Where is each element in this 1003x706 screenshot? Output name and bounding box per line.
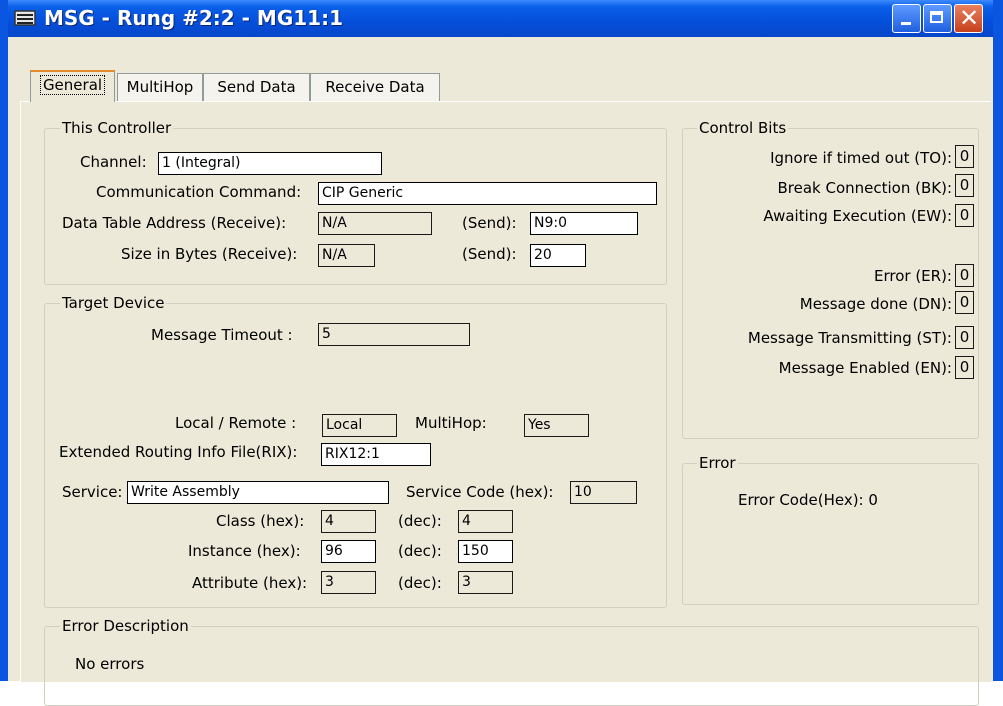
window-title: MSG - Rung #2:2 - MG11:1 — [44, 6, 343, 30]
maximize-icon — [930, 11, 943, 23]
class-dec-label: (dec): — [398, 512, 442, 530]
comm-command-label: Communication Command: — [96, 183, 302, 201]
error-description-legend: Error Description — [60, 617, 191, 635]
control-bit-label: Awaiting Execution (EW): — [763, 207, 952, 225]
error-legend: Error — [697, 454, 738, 472]
error-code-text: Error Code(Hex): 0 — [738, 491, 878, 509]
instance-hex-field[interactable]: 96 — [321, 540, 376, 563]
attribute-hex-label: Attribute (hex): — [192, 574, 308, 592]
local-remote-label: Local / Remote : — [175, 414, 297, 432]
attribute-hex-field: 3 — [321, 571, 376, 594]
control-bit-st-field: 0 — [955, 326, 974, 349]
service-code-field: 10 — [570, 481, 637, 504]
tab-label: Send Data — [217, 78, 296, 96]
tab-send-data[interactable]: Send Data — [203, 73, 310, 101]
target-device-legend: Target Device — [60, 294, 167, 312]
instance-dec-field[interactable]: 150 — [458, 540, 513, 563]
size-receive-field: N/A — [318, 244, 375, 267]
size-send-field[interactable]: 20 — [530, 244, 586, 267]
instance-hex-label: Instance (hex): — [188, 542, 301, 560]
tab-receive-data[interactable]: Receive Data — [310, 73, 440, 101]
size-send-label: (Send): — [462, 245, 517, 263]
close-icon: ✕ — [959, 4, 980, 32]
size-in-bytes-label: Size in Bytes (Receive): — [121, 245, 298, 263]
data-table-address-label: Data Table Address (Receive): — [62, 214, 287, 232]
message-app-icon — [14, 10, 36, 26]
attribute-dec-label: (dec): — [398, 574, 442, 592]
close-button[interactable]: ✕ — [954, 4, 983, 33]
control-bit-label: Message Transmitting (ST): — [747, 329, 952, 347]
message-timeout-label: Message Timeout : — [151, 326, 293, 344]
service-code-label: Service Code (hex): — [406, 483, 554, 501]
control-bit-label: Message done (DN): — [799, 295, 952, 313]
window-frame-right — [993, 0, 1003, 681]
message-timeout-field[interactable]: 5 — [318, 323, 470, 346]
local-remote-field: Local — [322, 414, 397, 437]
maximize-button[interactable] — [923, 4, 952, 33]
control-bit-dn-field: 0 — [955, 291, 974, 314]
channel-label: Channel: — [80, 153, 147, 171]
comm-command-field[interactable]: CIP Generic — [318, 182, 657, 205]
control-bit-bk-field: 0 — [955, 174, 974, 197]
tab-general[interactable]: General — [30, 70, 115, 102]
service-label: Service: — [62, 483, 123, 501]
multihop-field: Yes — [524, 414, 589, 437]
error-description-text: No errors — [75, 655, 145, 673]
data-table-address-receive: N/A — [318, 212, 432, 235]
control-bit-er-field: 0 — [955, 264, 974, 287]
rix-label: Extended Routing Info File(RIX): — [59, 443, 298, 461]
instance-dec-label: (dec): — [398, 542, 442, 560]
attribute-dec-field: 3 — [458, 571, 513, 594]
control-bit-ew-field: 0 — [955, 204, 974, 227]
control-bit-label: Error (ER): — [874, 267, 952, 285]
dta-send-label: (Send): — [462, 214, 517, 232]
error-description-group — [44, 626, 979, 706]
control-bit-label: Message Enabled (EN): — [778, 359, 952, 377]
data-table-address-send-field[interactable]: N9:0 — [530, 212, 638, 235]
this-controller-legend: This Controller — [60, 119, 174, 137]
control-bit-to-field: 0 — [955, 145, 974, 168]
rix-field[interactable]: RIX12:1 — [321, 443, 431, 466]
minimize-button[interactable] — [892, 4, 921, 33]
class-hex-field: 4 — [321, 510, 376, 533]
error-group — [682, 463, 979, 605]
channel-field[interactable]: 1 (Integral) — [158, 152, 382, 175]
minimize-icon — [901, 22, 911, 25]
control-bit-label: Break Connection (BK): — [777, 179, 952, 197]
control-bit-label: Ignore if timed out (TO): — [770, 149, 952, 167]
tab-label: MultiHop — [126, 78, 194, 96]
class-dec-field: 4 — [458, 510, 513, 533]
tab-multihop[interactable]: MultiHop — [117, 73, 203, 101]
service-field[interactable]: Write Assembly — [127, 481, 389, 504]
window-frame-left — [0, 0, 8, 681]
tab-label: Receive Data — [325, 78, 425, 96]
class-hex-label: Class (hex): — [216, 512, 305, 530]
control-bit-en-field: 0 — [955, 356, 974, 379]
multihop-label: MultiHop: — [415, 414, 487, 432]
control-bits-legend: Control Bits — [697, 119, 789, 137]
tab-label: General — [39, 75, 106, 95]
